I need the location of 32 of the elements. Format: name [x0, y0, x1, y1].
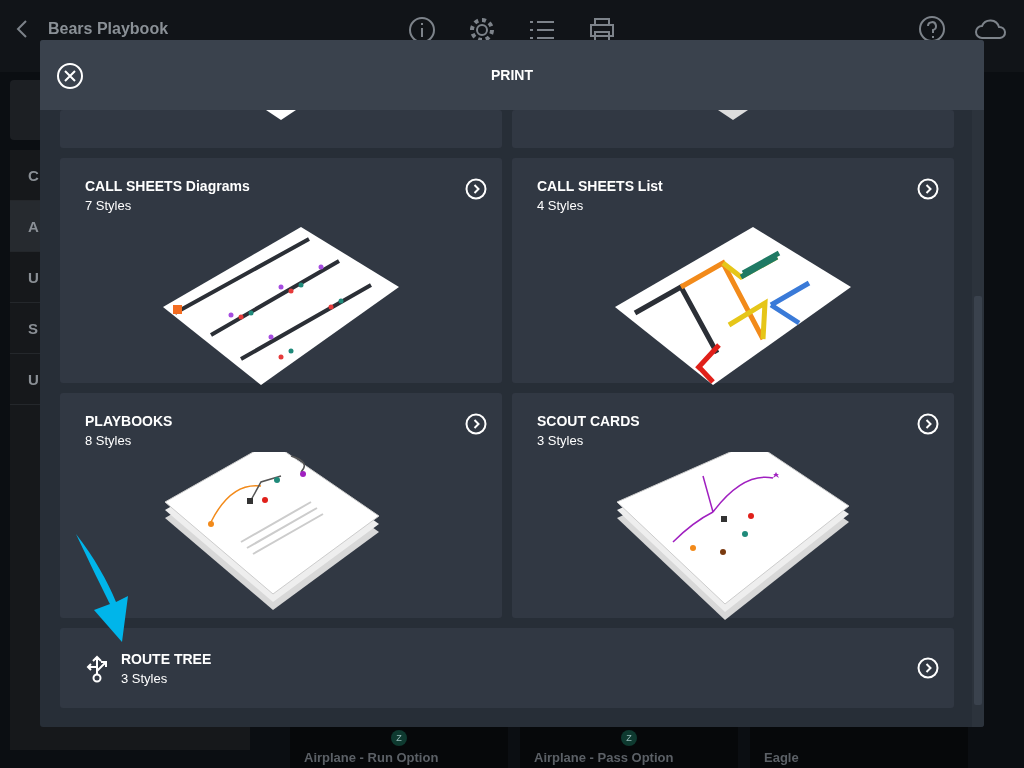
style-count: 3 Styles — [121, 670, 169, 686]
style-count: 4 Styles — [537, 198, 585, 213]
chevron-right-icon[interactable] — [465, 413, 487, 435]
play-title: Airplane - Run Option — [304, 750, 440, 766]
print-option-card[interactable]: ROUTE TREE 3 Styles — [60, 628, 954, 708]
cloud-icon[interactable] — [974, 17, 1008, 41]
app-title: Bears Playbook — [48, 20, 169, 38]
dialog-title: PRINT — [491, 67, 533, 83]
option-title: PLAYBOOKS — [85, 413, 174, 429]
chevron-right-icon[interactable] — [917, 413, 939, 435]
chevron-right-icon[interactable] — [917, 178, 939, 200]
chevron-right-icon[interactable] — [917, 657, 939, 679]
chevron-right-icon[interactable] — [465, 178, 487, 200]
style-count: 8 Styles — [85, 433, 133, 448]
style-count: 7 Styles — [85, 198, 133, 213]
print-option-card[interactable]: SCOUT CARDS 3 Styles — [512, 393, 954, 618]
style-count: 3 Styles — [537, 433, 585, 448]
player-marker: Z — [391, 730, 407, 746]
route-tree-icon — [85, 653, 109, 683]
player-marker: Z — [621, 730, 637, 746]
help-icon[interactable] — [918, 15, 946, 43]
option-title: CALL SHEETS List — [537, 178, 664, 194]
option-title: ROUTE TREE — [121, 650, 212, 667]
print-option-card[interactable]: CALL SHEETS List 4 Styles — [512, 158, 954, 383]
close-icon[interactable] — [56, 62, 84, 90]
play-title: Airplane - Pass Option — [534, 750, 675, 766]
back-icon[interactable] — [16, 19, 28, 39]
print-option-card[interactable]: CALL SHEETS Diagrams 7 Styles — [60, 158, 502, 383]
option-title: CALL SHEETS Diagrams — [85, 178, 251, 194]
print-option-card[interactable]: PLAYBOOKS 8 Styles — [60, 393, 502, 618]
option-title: SCOUT CARDS — [537, 413, 641, 429]
play-title: Eagle — [764, 750, 800, 766]
